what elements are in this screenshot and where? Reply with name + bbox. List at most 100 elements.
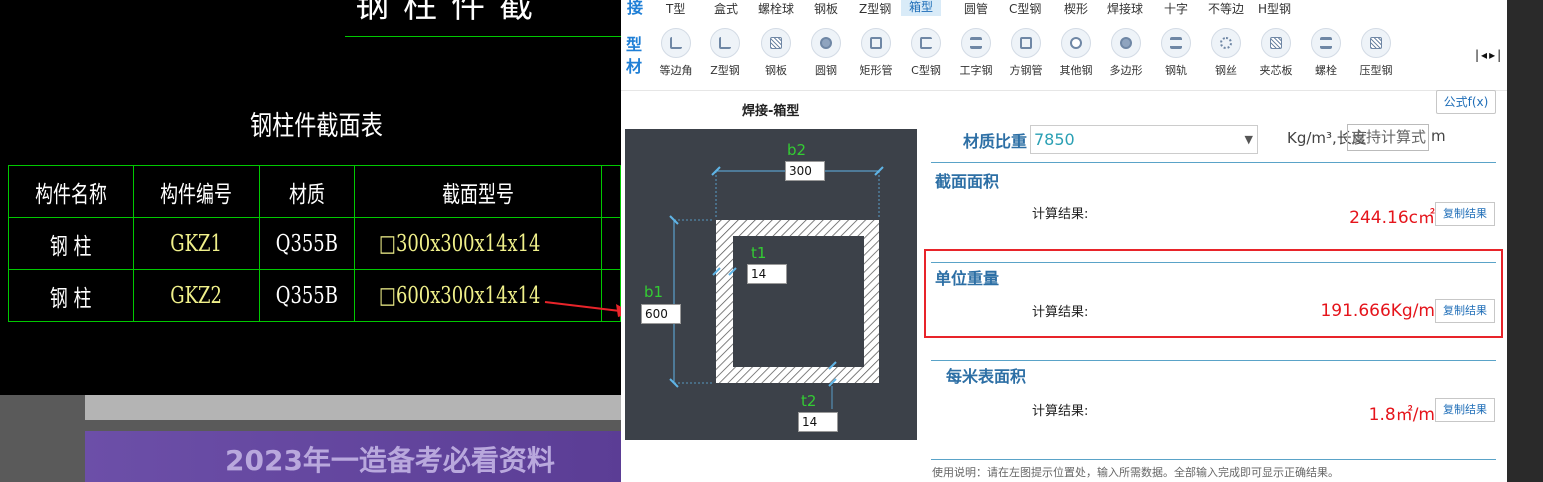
- cell-section: □600x300x14x14: [379, 282, 541, 309]
- profile-steel-wire[interactable]: 钢丝: [1198, 28, 1254, 78]
- steel-plate-icon: [761, 28, 791, 58]
- b1-label: b1: [644, 283, 664, 301]
- surface-area-calc-label: 计算结果:: [1032, 404, 1089, 419]
- header-code: 构件编号: [160, 181, 233, 208]
- tab-t-type[interactable]: T型: [666, 0, 685, 17]
- profile-icon-bar: 等边角 Z型钢 钢板 圆钢 矩形管 C型钢 工字钢 方钢管 其他钢 多边形 钢轨…: [621, 28, 1507, 84]
- profile-rail[interactable]: 钢轨: [1148, 28, 1204, 78]
- unit-weight-result: 191.666Kg/m: [1320, 301, 1435, 321]
- divider: [931, 162, 1496, 163]
- profile-z-steel[interactable]: Z型钢: [697, 28, 753, 78]
- material-density-select[interactable]: 7850 ▼: [1030, 125, 1258, 154]
- profile-profiled-steel[interactable]: 压型钢: [1348, 28, 1404, 78]
- cell-name: 钢 柱: [50, 233, 92, 260]
- content-strip: [85, 395, 621, 420]
- cell-code: GKZ1: [170, 230, 223, 257]
- tab-cross[interactable]: 十字: [1164, 0, 1188, 17]
- cad-top-text: 钢柱件截: [355, 0, 547, 26]
- profile-bolt[interactable]: 螺栓: [1298, 28, 1354, 78]
- profile-polygon[interactable]: 多边形: [1098, 28, 1154, 78]
- tab-wedge[interactable]: 楔形: [1064, 0, 1088, 17]
- tab-c-steel[interactable]: C型钢: [1009, 0, 1041, 17]
- t2-input[interactable]: 14: [798, 412, 838, 432]
- formula-button[interactable]: 公式f(x): [1436, 90, 1496, 114]
- profile-i-beam[interactable]: 工字钢: [948, 28, 1004, 78]
- section-area-title: 截面面积: [935, 172, 1000, 191]
- profile-round-bar[interactable]: 圆钢: [798, 28, 854, 78]
- profile-square-tube[interactable]: 方钢管: [998, 28, 1054, 78]
- profiled-steel-icon: [1361, 28, 1391, 58]
- tab-prefix: 接: [627, 0, 644, 17]
- copy-weight-button[interactable]: 复制结果: [1435, 299, 1495, 323]
- b2-label: b2: [787, 141, 807, 159]
- t2-label: t2: [801, 392, 817, 410]
- length-input[interactable]: 支持计算式: [1347, 124, 1429, 151]
- surface-area-title: 每米表面积: [946, 367, 1027, 386]
- cad-top-line: [345, 36, 621, 37]
- polygon-icon: [1111, 28, 1141, 58]
- profile-other-steel[interactable]: 其他钢: [1048, 28, 1104, 78]
- rect-tube-icon: [861, 28, 891, 58]
- copy-area-button[interactable]: 复制结果: [1435, 202, 1495, 226]
- profile-type-tabs: 接 T型 盒式 螺栓球 钢板 Z型钢 箱型 圆管 C型钢 楔形 焊接球 十字 不…: [621, 0, 1507, 18]
- cell-name: 钢 柱: [50, 285, 92, 312]
- section-area-calc-label: 计算结果:: [1032, 207, 1089, 222]
- scroll-right-icon[interactable]: ▸|: [1489, 48, 1503, 62]
- window-edge: [1507, 0, 1543, 482]
- profile-steel-plate[interactable]: 钢板: [748, 28, 804, 78]
- divider: [931, 459, 1496, 460]
- table-row: 钢 柱 GKZ2 Q355B □600x300x14x14: [8, 269, 621, 322]
- box-section-drawing: [625, 129, 917, 440]
- material-density-value: 7850: [1034, 130, 1075, 149]
- copy-surface-button[interactable]: 复制结果: [1435, 398, 1495, 422]
- scroll-arrows[interactable]: |◂▸|: [1475, 48, 1503, 62]
- t1-input[interactable]: 14: [747, 264, 787, 284]
- page-background: 2023年一造备考必看资料: [0, 395, 621, 482]
- round-bar-icon: [811, 28, 841, 58]
- tab-round-pipe[interactable]: 圆管: [964, 0, 988, 17]
- promo-banner[interactable]: 2023年一造备考必看资料: [85, 431, 621, 482]
- divider: [931, 360, 1496, 361]
- cad-table-title: 钢柱件截面表: [250, 111, 383, 142]
- cad-table-header: 构件名称 构件编号 材质 截面型号: [8, 165, 621, 218]
- profile-c-steel[interactable]: C型钢: [898, 28, 954, 78]
- tab-unequal-angle[interactable]: 不等边: [1208, 0, 1244, 17]
- b1-input[interactable]: 600: [641, 304, 681, 324]
- diagram-title: 焊接-箱型: [742, 104, 800, 119]
- rail-icon: [1161, 28, 1191, 58]
- usage-instructions: 使用说明：请在左图提示位置处，输入所需数据。全部输入完成即可显示正确结果。: [932, 466, 1339, 479]
- cell-code: GKZ2: [170, 282, 223, 309]
- profile-sandwich-panel[interactable]: 夹芯板: [1248, 28, 1304, 78]
- tab-steel-plate[interactable]: 钢板: [814, 0, 838, 17]
- chevron-down-icon: ▼: [1244, 133, 1253, 146]
- divider: [931, 262, 1496, 263]
- header-material: 材质: [289, 181, 325, 208]
- header-section: 截面型号: [442, 181, 514, 208]
- square-tube-icon: [1011, 28, 1041, 58]
- tab-z-steel[interactable]: Z型钢: [859, 0, 891, 17]
- header-name: 构件名称: [35, 181, 107, 208]
- profile-equal-angle[interactable]: 等边角: [648, 28, 704, 78]
- promo-banner-text: 2023年一造备考必看资料: [225, 444, 555, 477]
- sandwich-panel-icon: [1261, 28, 1291, 58]
- cad-section-table: 构件名称 构件编号 材质 截面型号 钢 柱 GKZ1 Q355B □300x30…: [8, 165, 621, 322]
- cad-drawing-area: 钢柱件截 钢柱件截面表 构件名称 构件编号 材质 截面型号 钢 柱 GKZ1 Q…: [0, 0, 621, 395]
- unit-weight-calc-label: 计算结果:: [1032, 305, 1089, 320]
- length-unit: m: [1431, 127, 1446, 145]
- table-row: 钢 柱 GKZ1 Q355B □300x300x14x14: [8, 217, 621, 270]
- z-steel-icon: [710, 28, 740, 58]
- t1-label: t1: [751, 244, 767, 262]
- surface-area-result: 1.8㎡/m: [1368, 405, 1435, 425]
- box-section-diagram: b2 300 b1 600 t1 14 t2 14: [625, 129, 917, 440]
- b2-input[interactable]: 300: [785, 161, 825, 181]
- scroll-left-icon[interactable]: |◂: [1475, 48, 1489, 62]
- bolt-icon: [1311, 28, 1341, 58]
- profile-rect-tube[interactable]: 矩形管: [848, 28, 904, 78]
- tab-weld-ball[interactable]: 焊接球: [1107, 0, 1143, 17]
- tab-box-section[interactable]: 箱型: [901, 0, 942, 16]
- tab-box-type[interactable]: 盒式: [714, 0, 738, 17]
- cell-section: □300x300x14x14: [379, 230, 541, 257]
- tab-h-steel[interactable]: H型钢: [1258, 0, 1291, 17]
- section-area-result: 244.16c㎡: [1349, 208, 1435, 228]
- tab-bolt-ball[interactable]: 螺栓球: [758, 0, 794, 17]
